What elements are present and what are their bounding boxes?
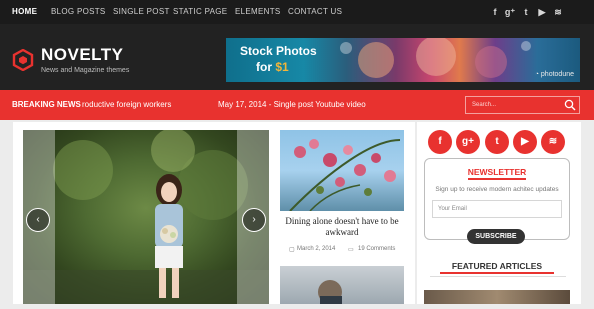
breaking-news-label: BREAKING NEWS <box>12 100 81 109</box>
newsletter-divider <box>468 178 526 180</box>
banner-subline: for $1 <box>256 60 289 74</box>
banner-watermark: ◔ photodune <box>534 71 574 78</box>
email-placeholder: Your Email <box>438 206 467 212</box>
ticker-item[interactable]: May 17, 2014 - Single post Youtube video <box>218 90 366 120</box>
nav-item-elements[interactable]: ELEMENTS <box>235 0 281 24</box>
nav-item-static-page[interactable]: STATIC PAGE <box>173 0 227 24</box>
article-date: March 2, 2014 <box>297 246 336 252</box>
slider-person-figure <box>155 174 183 298</box>
rss-icon[interactable]: ≋ <box>552 6 564 18</box>
email-field[interactable]: Your Email <box>432 200 562 218</box>
youtube-icon[interactable]: ▶ <box>513 130 537 154</box>
site-tagline: News and Magazine themes <box>41 67 130 74</box>
second-article-photo <box>318 280 342 304</box>
banner-price: $1 <box>275 60 289 74</box>
twitter-icon[interactable]: t <box>485 130 509 154</box>
twitter-icon[interactable]: t <box>520 6 532 18</box>
subscribe-button[interactable]: SUBSCRIBE <box>467 229 525 244</box>
article-thumbnail[interactable] <box>280 266 404 304</box>
article-title[interactable]: Dining alone doesn't have to be awkward <box>280 216 404 238</box>
featured-articles-rule <box>430 276 566 277</box>
banner-headline: Stock Photos <box>240 44 317 58</box>
featured-slider[interactable]: ‹ › <box>23 130 269 304</box>
newsletter-title: NEWSLETTER <box>467 167 527 177</box>
nav-item-blog-posts[interactable]: BLOG POSTS <box>51 0 106 24</box>
rss-icon[interactable]: ≋ <box>541 130 565 154</box>
search-placeholder: Search... <box>472 102 497 108</box>
facebook-icon[interactable]: f <box>489 6 501 18</box>
article-comments[interactable]: 19 Comments <box>358 246 395 252</box>
facebook-icon[interactable]: f <box>428 130 452 154</box>
top-navigation-bar: HOME BLOG POSTS SINGLE POST STATIC PAGE … <box>0 0 594 24</box>
advertisement-banner[interactable]: Stock Photos for $1 ◔ photodune <box>226 38 580 82</box>
ticker-item[interactable]: roductive foreign workers <box>82 90 171 120</box>
article-thumbnail[interactable] <box>280 130 404 211</box>
featured-article-thumbnail[interactable] <box>424 290 570 304</box>
search-input[interactable]: Search... <box>465 96 580 114</box>
newsletter-description: Sign up to receive modern achitec update… <box>435 186 559 193</box>
google-plus-icon[interactable]: g⁺ <box>504 6 516 18</box>
google-plus-icon[interactable]: g+ <box>456 130 480 154</box>
slider-next-button[interactable]: › <box>242 208 266 232</box>
featured-articles-title: FEATURED ARTICLES <box>451 261 543 271</box>
site-brand-name[interactable]: NOVELTY <box>41 45 124 65</box>
flowers-photo <box>289 139 401 211</box>
nav-item-contact-us[interactable]: CONTACT US <box>288 0 342 24</box>
calendar-icon: ▢ <box>289 247 295 253</box>
search-icon[interactable] <box>564 99 576 111</box>
youtube-icon[interactable]: ▶ <box>536 6 548 18</box>
nav-item-home[interactable]: HOME <box>12 0 37 24</box>
logo-icon[interactable] <box>12 49 34 71</box>
nav-item-single-post[interactable]: SINGLE POST <box>113 0 170 24</box>
slider-prev-button[interactable]: ‹ <box>26 208 50 232</box>
featured-articles-divider <box>440 272 554 274</box>
comment-icon: ▭ <box>348 247 354 253</box>
